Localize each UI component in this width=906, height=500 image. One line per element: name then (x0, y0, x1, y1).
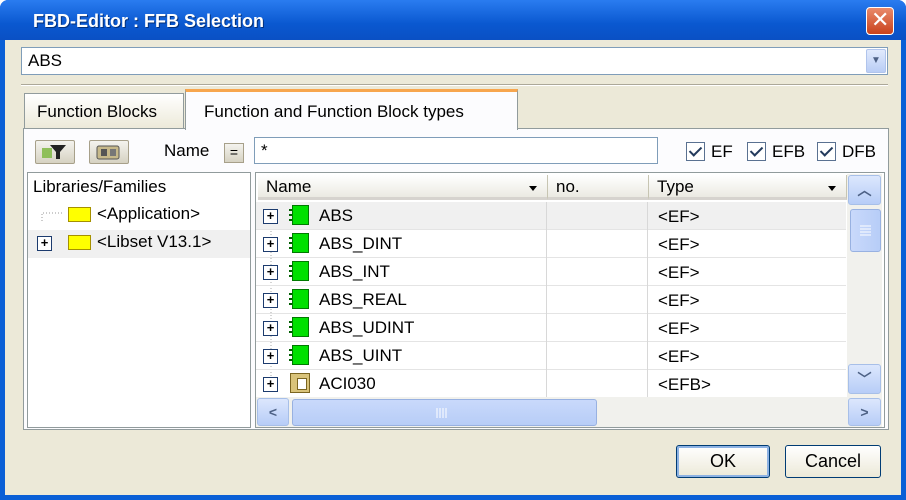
name-filter-value: * (261, 141, 268, 160)
tab-label: Function and Function Block types (204, 102, 464, 121)
tab-function-blocks[interactable]: Function Blocks (24, 93, 184, 129)
ffb-selector-value: ABS (28, 51, 63, 70)
expand-icon[interactable]: + (263, 377, 278, 392)
ef-checkbox[interactable]: EF (686, 141, 736, 163)
equals-button[interactable]: = (224, 143, 244, 163)
window-title: FBD-Editor : FFB Selection (33, 11, 264, 31)
dfb-checkbox[interactable]: DFB (817, 141, 883, 163)
column-header-name[interactable]: Name (258, 175, 548, 200)
tree-item-label: <Libset V13.1> (97, 232, 212, 251)
folder-icon (68, 235, 91, 250)
row-name: ABS_REAL (319, 290, 407, 309)
expand-icon[interactable]: + (37, 236, 52, 251)
tab-function-and-function-block-types[interactable]: Function and Function Block types (185, 89, 518, 130)
expand-icon[interactable]: + (263, 321, 278, 336)
row-type: <EF> (658, 235, 700, 254)
row-name: ABS_INT (319, 262, 390, 281)
row-type: <EF> (658, 319, 700, 338)
column-header-label: no. (556, 177, 580, 196)
ef-block-icon (289, 345, 309, 365)
table-row[interactable]: + ABS_DINT <EF> (256, 230, 846, 258)
ffb-selector-combo[interactable]: ABS ▼ (21, 47, 888, 75)
tab-label: Function Blocks (37, 102, 157, 121)
browse-button[interactable] (89, 140, 129, 164)
expand-icon[interactable]: + (263, 265, 278, 280)
row-type: <EF> (658, 263, 700, 282)
table-row[interactable]: + ABS <EF> (256, 202, 846, 230)
column-header-label: Type (657, 177, 694, 196)
column-header-type[interactable]: Type (649, 175, 847, 200)
table-row[interactable]: + ABS_UDINT <EF> (256, 314, 846, 342)
row-name: ABS_UINT (319, 346, 403, 365)
title-bar[interactable]: FBD-Editor : FFB Selection ✕ (0, 0, 906, 40)
name-filter-input[interactable]: * (254, 137, 658, 164)
checkbox-checked-icon (817, 142, 836, 161)
scroll-right-button[interactable]: > (848, 398, 881, 426)
vertical-scroll-thumb[interactable] (850, 209, 881, 252)
ffb-types-grid[interactable]: Name no. Type + ABS <EF> + ABS_DINT <EF>… (255, 172, 885, 428)
name-label: Name (164, 141, 210, 160)
dialog-client: ABS ▼ Function Blocks Function and Funct… (5, 40, 901, 495)
ef-block-icon (289, 317, 309, 337)
expand-icon[interactable]: + (263, 349, 278, 364)
ef-block-icon (289, 261, 309, 281)
expand-icon[interactable]: + (263, 293, 278, 308)
tree-item-label: <Application> (97, 204, 201, 223)
scroll-down-button[interactable]: ﹀ (848, 364, 881, 394)
filter-icon (42, 145, 66, 159)
efb-checkbox[interactable]: EFB (747, 141, 809, 163)
scroll-up-button[interactable]: ︿ (848, 175, 881, 205)
chevron-down-icon[interactable]: ▼ (866, 49, 886, 73)
row-name: ABS (319, 206, 354, 225)
table-row[interactable]: + ABS_INT <EF> (256, 258, 846, 286)
separator (21, 84, 888, 86)
row-type: <EF> (658, 291, 700, 310)
row-type: <EFB> (658, 375, 711, 394)
scroll-left-button[interactable]: < (257, 398, 289, 426)
component-icon (96, 145, 120, 160)
column-header-no[interactable]: no. (548, 175, 649, 200)
ef-block-icon (289, 205, 309, 225)
row-name: ABS_UDINT (319, 318, 415, 337)
grip-icon (860, 225, 871, 236)
dialog-window: FBD-Editor : FFB Selection ✕ ABS ▼ Funct… (0, 0, 906, 500)
tree-header: Libraries/Families (33, 177, 167, 196)
expand-icon[interactable]: + (263, 237, 278, 252)
ef-block-icon (289, 233, 309, 253)
sort-arrow-icon (529, 186, 537, 191)
grip-icon (436, 408, 447, 418)
efb-block-icon (290, 373, 310, 393)
row-name: ACI030 (319, 374, 376, 393)
tree-item-application[interactable]: <Application> (28, 202, 250, 230)
close-button[interactable]: ✕ (866, 7, 894, 35)
tree-item-libset[interactable]: + <Libset V13.1> (28, 230, 250, 258)
ok-button[interactable]: OK (676, 445, 770, 478)
ef-block-icon (289, 289, 309, 309)
row-type: <EF> (658, 347, 700, 366)
horizontal-scroll-thumb[interactable] (292, 399, 597, 426)
checkbox-checked-icon (686, 142, 705, 161)
row-type: <EF> (658, 207, 700, 226)
table-row[interactable]: + ABS_UINT <EF> (256, 342, 846, 370)
close-icon: ✕ (871, 8, 890, 33)
column-header-label: Name (266, 177, 312, 196)
dfb-checkbox-label: DFB (842, 142, 876, 161)
table-row[interactable]: + ABS_REAL <EF> (256, 286, 846, 314)
row-name: ABS_DINT (319, 234, 403, 253)
sort-arrow-icon (828, 186, 836, 191)
table-row[interactable]: + ACI030 <EFB> (256, 370, 846, 398)
filter-button[interactable] (35, 140, 75, 164)
expand-icon[interactable]: + (263, 209, 278, 224)
checkbox-checked-icon (747, 142, 766, 161)
efb-checkbox-label: EFB (772, 142, 806, 161)
folder-icon (68, 207, 91, 222)
ef-checkbox-label: EF (711, 142, 733, 161)
cancel-button[interactable]: Cancel (785, 445, 881, 478)
libraries-tree[interactable]: Libraries/Families <Application> + <Libs… (27, 172, 251, 428)
